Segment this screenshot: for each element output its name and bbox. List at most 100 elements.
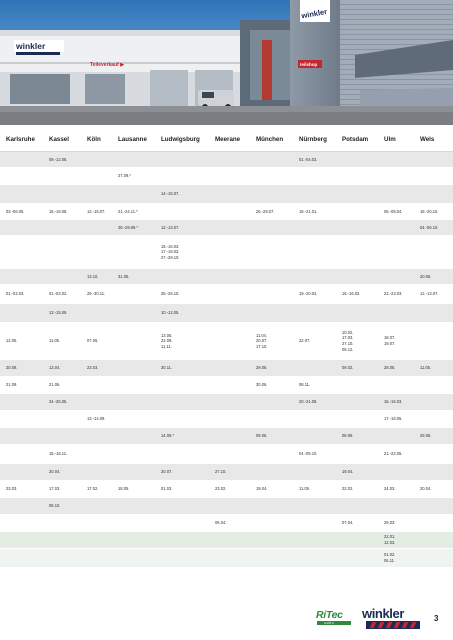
table-cell: 18.05. [118,486,130,492]
table-cell: 15.-16.02. [342,291,361,297]
table-cell: 20.07. [161,469,173,475]
table-cell: 20.04. [49,469,61,475]
table-row: 05.10. [0,498,453,515]
table-cell: 01.02. 06.11. [384,552,396,563]
table-cell: 13.-14.09. [87,416,106,422]
table-cell: 28.05. [384,365,396,371]
table-cell: 09.-12.08. [49,156,68,162]
table-header: Karlsruhe Kassel Köln Lausanne Ludwigsburg Me… [0,129,453,152]
table-cell: 31.05. [118,273,130,279]
table-cell: 11.05. [420,365,432,371]
table-cell: 15.-16.03. 17.-18.03. 27.-28.10. [161,243,180,260]
table-cell: 19.04. [256,486,268,492]
column-header-5: Meerane [215,136,241,143]
column-header-8: Potsdam [342,136,369,143]
table-row: 03.-06.05. 16.-18.08. 12.-15.07. 21.-24.11.… [0,204,453,220]
table-cell: 07.04. [342,520,354,526]
table-cell: 09.02. [342,365,354,371]
table-cell: 13.05. 22.09. 11.11. [161,332,173,349]
column-header-3: Lausanne [118,136,147,143]
table-row: 14.09.* 09.06. 08.06. 29.06. [0,428,453,445]
column-header-10: Wels [420,136,435,143]
teileverkauf-sign: Teileverkauf ▶ [90,62,125,68]
ritec-logo-subtext: GMBH [324,621,335,625]
table-cell: 08.11. [299,382,311,388]
table-cell: 21.-22.06. [384,451,403,457]
table-cell: 08.06. [342,433,354,439]
ritec-logo: RiTec GMBH [316,609,352,626]
table-row: 15.-16.11. 04.-05.10. 21.-22.06. [0,445,453,464]
table-cell: 20.06. [420,273,432,279]
table-row: 12.05. 11.05. 07.06. 13.05. 22.09. 11.11. 11… [0,323,453,360]
table-cell: 24.03. [384,486,396,492]
table-cell: 28.-29.09.* [118,224,139,230]
table-cell: 18.-21.01. [299,208,318,214]
table-cell: 21.-24.11.* [118,208,138,214]
column-header-0: Karlsruhe [6,136,35,143]
column-header-4: Ludwigsburg [161,136,200,143]
table-cell: 15.-16.03. [384,399,403,405]
table-cell: 29.03. [384,520,396,526]
table-cell: 11.04. 20.07. 17.10. [256,332,268,349]
table-cell: 29.06. [256,365,268,371]
table-cell: 20.09. [6,365,18,371]
table-row: 14.-15.07. [0,185,453,204]
table-cell: 12.05. [6,338,18,344]
hero-photo: winkler Teileverkauf ▶ winkler teilshop [0,0,453,125]
table-cell: 16.-18.08. [49,208,68,214]
table-cell: 19.-20.04. [299,291,318,297]
table-cell: 07.06. [87,338,99,344]
table-cell: 05.-08.04. [384,208,403,214]
table-cell: 30.06. [256,382,268,388]
table-cell: 22.01. 12.03. [384,534,396,545]
winkler-logo-stripes [366,621,420,629]
table-row: 13.-15.09. 10.-12.05. [0,304,453,323]
table-cell: 01.-02.03. [6,291,25,297]
table-cell: 24.-25.05. [49,399,68,405]
table-row: 27.09.* [0,168,453,185]
table-cell: 20.-21.09. [299,399,318,405]
table-row: 22.01. 12.03. [0,532,453,549]
table-cell: 12.-15.07. [87,208,106,214]
table-cell: 23.03. [87,365,99,371]
table-cell: 10.02. 17.03. 27.10. 08.12. [342,329,354,352]
table-cell: 20.04. [420,486,432,492]
table-row: 23.03. 17.03. 17.02. 18.05. 01.03. 23.02. 19.0… [0,481,453,498]
table-cell: 17.03. [49,486,61,492]
column-header-1: Kassel [49,136,69,143]
table-cell: 03.-06.05. [6,208,25,214]
table-cell: 13.10. [87,273,99,279]
table-row: 21.09. 21.06. 30.06. 08.11. [0,377,453,394]
table-row: 01.02. 06.11. [0,549,453,568]
table-cell: 12.-13.07. [420,291,439,297]
small-sign: teilshop [300,62,318,67]
column-header-7: Nürnberg [299,136,327,143]
table-cell: 18.-20.10. [420,208,439,214]
table-cell: 21.09. [6,382,18,388]
table-cell: 17.02. [87,486,99,492]
page-number: 3 [434,614,439,623]
table-cell: 05.10. [49,503,61,509]
table-row: 13.10. 31.05. 20.06. [0,269,453,285]
table-cell: 21.06. [49,382,61,388]
table-cell: 18.07. 19.07. [384,335,396,346]
table-row: 20.09. 13.04. 23.03. 30.11. 29.06. 09.02. 28.0… [0,360,453,377]
table-cell: 23.03. [6,486,18,492]
column-header-6: München [256,136,284,143]
table-cell: 30.11. [161,365,173,371]
table-cell: 22.02. [342,486,354,492]
table-cell: 04.-06.10. [420,224,439,230]
table-row: 24.-25.05. 20.-21.09. 15.-16.03. [0,394,453,411]
table-row: 05.04. 07.04. 29.03. [0,515,453,532]
table-row: 09.-12.08. 01.-04.03. [0,152,453,168]
building-photo: winkler Teileverkauf ▶ winkler teilshop [0,0,453,125]
table-cell: 13.04. [49,365,61,371]
column-header-9: Ulm [384,136,396,143]
table-cell: 01.-02.02. [49,291,68,297]
table-row: 15.-16.03. 17.-18.03. 27.-28.10. [0,236,453,269]
table-cell: 11.05. [299,486,311,492]
table-row: 20.04. 20.07. 27.10. 19.04. [0,464,453,481]
table-cell: 23.02. [215,486,227,492]
table-cell: 15.-16.11. [49,451,68,457]
ritec-logo-text: RiTec [316,609,343,621]
